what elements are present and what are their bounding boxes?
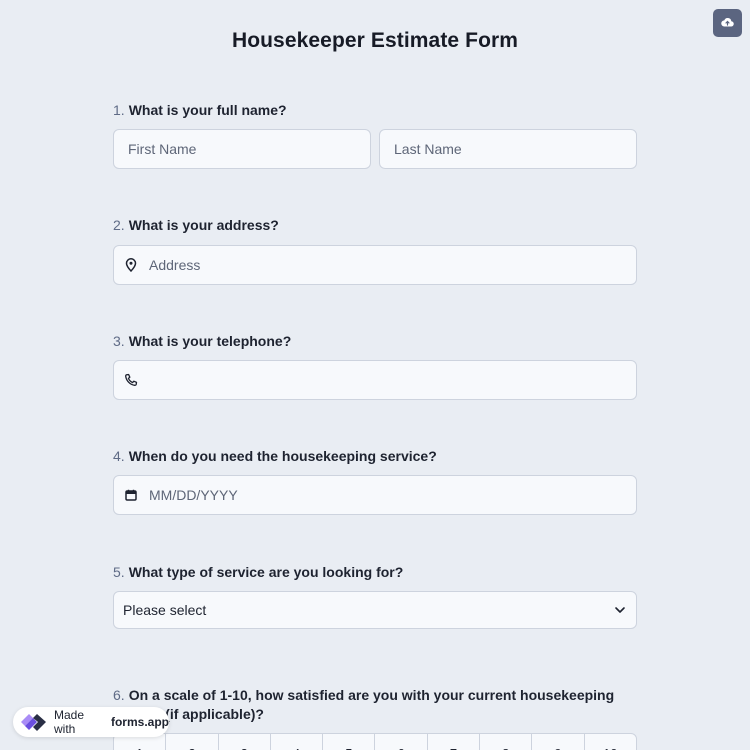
question-5-label: 5. What type of service are you looking f… [113,563,643,582]
question-text: On a scale of 1-10, how satisfied are yo… [113,687,615,722]
scale-option-8[interactable]: 8 [480,734,533,750]
question-3-label: 3. What is your telephone? [113,332,643,351]
question-6-label: 6. On a scale of 1-10, how satisfied are … [113,686,637,724]
address-input[interactable]: Address [113,245,637,285]
question-number: 1. [113,102,125,118]
first-name-input[interactable]: First Name [113,129,371,169]
question-text: What is your full name? [128,102,287,118]
scale-option-3[interactable]: 3 [219,734,271,750]
question-number: 6. [113,687,125,703]
scale-option-4[interactable]: 4 [271,734,324,750]
question-number: 5. [113,564,125,580]
question-text: What is your telephone? [128,333,292,349]
calendar-icon [123,487,139,503]
forms-app-logo-icon [19,711,47,733]
question-text: When do you need the housekeeping servic… [128,448,437,464]
question-1-label: 1. What is your full name? [113,101,643,120]
service-type-select[interactable]: Please select [113,591,637,629]
made-with-forms-app-badge[interactable]: Made with forms.app [13,707,169,737]
phone-icon [123,372,139,388]
question-4-label: 4. When do you need the housekeeping serv… [113,447,643,466]
question-text: What is your address? [128,217,279,233]
date-input[interactable]: MM/DD/YYYY [113,475,637,515]
scale-option-10[interactable]: 10 [585,734,636,750]
chevron-down-icon [614,606,626,614]
map-pin-icon [123,257,139,273]
telephone-input[interactable] [113,360,637,400]
last-name-placeholder: Last Name [394,141,462,157]
scale-option-9[interactable]: 9 [532,734,585,750]
question-2-label: 2. What is your address? [113,216,643,235]
question-text: What type of service are you looking for… [128,564,404,580]
question-number: 2. [113,217,125,233]
question-number: 4. [113,448,125,464]
badge-prefix: Made with [54,708,85,736]
satisfaction-scale: 1 2 3 4 5 6 7 8 9 10 [113,733,637,750]
scale-option-2[interactable]: 2 [166,734,219,750]
scale-option-5[interactable]: 5 [323,734,376,750]
question-number: 3. [113,333,125,349]
address-placeholder: Address [149,257,201,273]
date-placeholder: MM/DD/YYYY [149,487,238,503]
service-type-selected-value: Please select [123,602,207,618]
scale-option-6[interactable]: 6 [375,734,428,750]
last-name-input[interactable]: Last Name [379,129,637,169]
scale-option-7[interactable]: 7 [428,734,481,750]
badge-brand: forms.app [110,715,169,729]
first-name-placeholder: First Name [128,141,197,157]
page-title: Housekeeper Estimate Form [231,29,519,52]
